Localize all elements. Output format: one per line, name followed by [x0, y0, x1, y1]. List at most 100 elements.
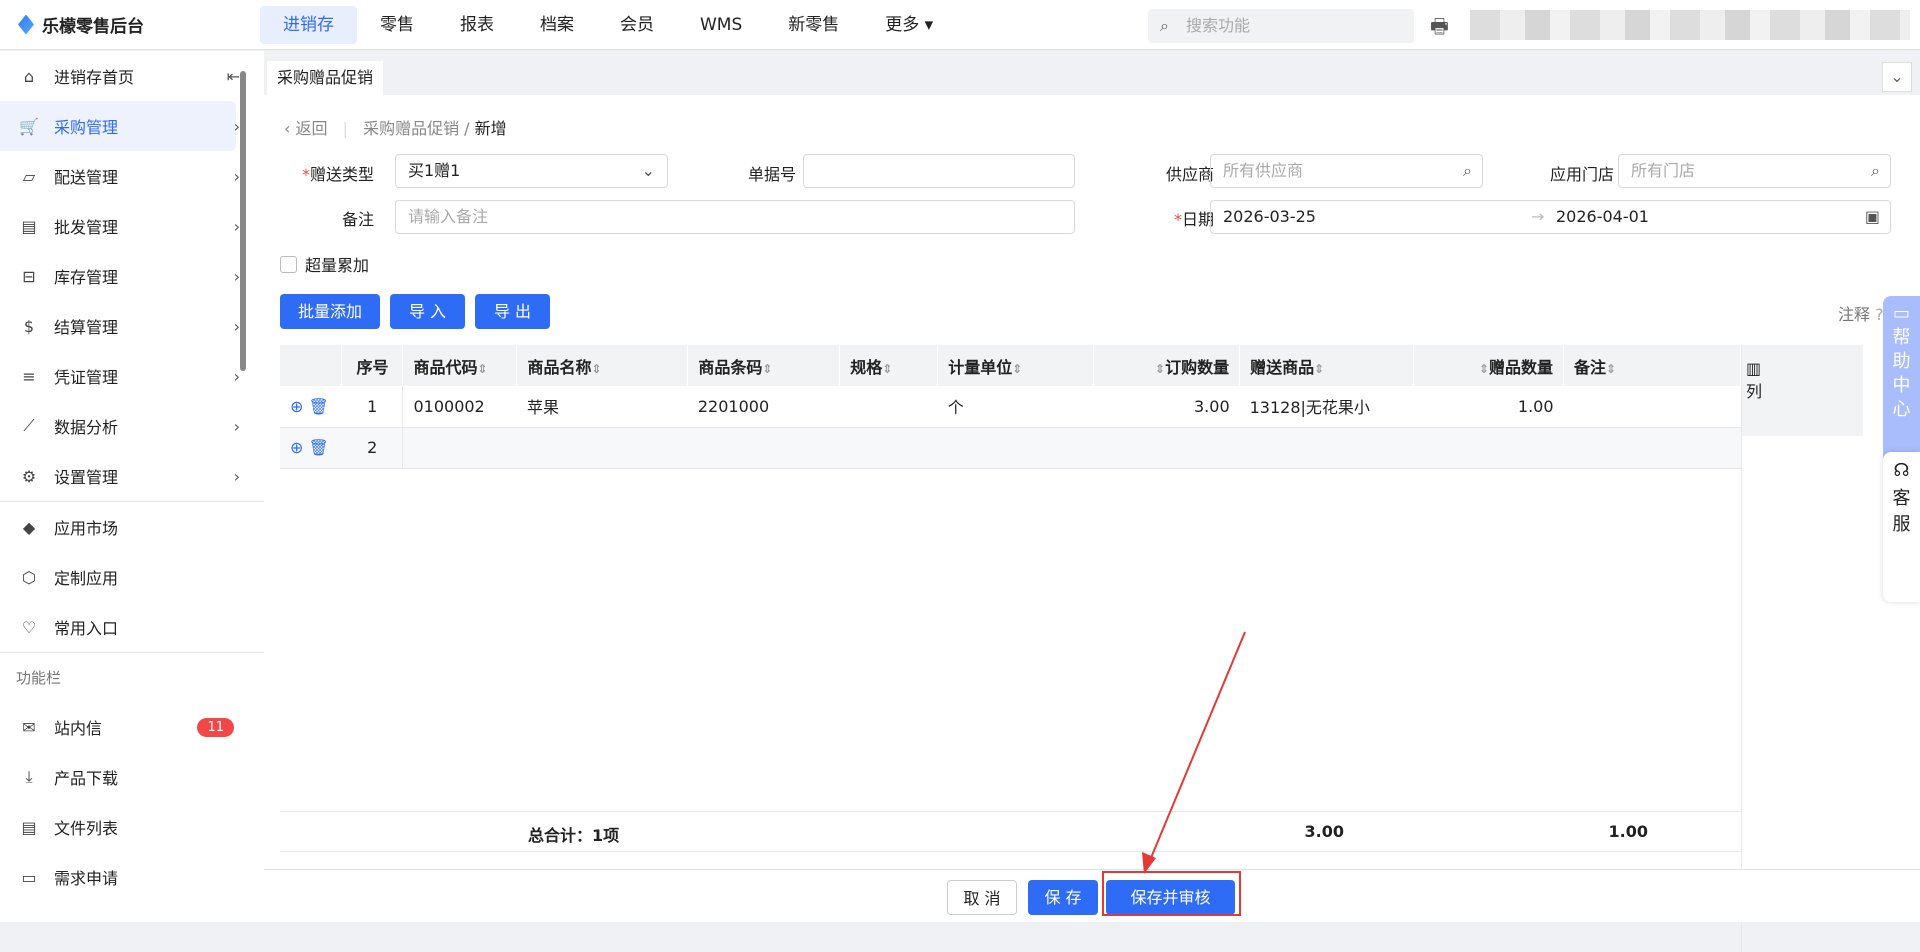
store-input[interactable]: 所有门店 ⌕: [1618, 154, 1891, 188]
col-header-2[interactable]: 商品名称⇕: [516, 345, 689, 386]
chat-icon: ▭: [1892, 303, 1910, 324]
cell-barcode[interactable]: [687, 427, 840, 469]
sidebar-item-6[interactable]: ≡ 凭证管理 ›: [0, 351, 264, 401]
sidebar-item-8[interactable]: ⚙ 设置管理 ›: [0, 451, 264, 501]
col-header-5[interactable]: 计量单位⇕: [937, 345, 1095, 386]
search-input[interactable]: ⌕ 搜索功能: [1148, 9, 1414, 43]
cancel-button[interactable]: 取 消: [947, 880, 1017, 915]
col-header-6[interactable]: ⇕订购数量: [1093, 345, 1241, 386]
sidebar-app-label: 定制应用: [54, 569, 119, 588]
sidebar-item-4[interactable]: ⊟ 库存管理 ›: [0, 251, 264, 301]
store-label: 应用门店: [1549, 165, 1614, 184]
customer-service-button[interactable]: ☊ 客服: [1883, 452, 1920, 602]
nav-6[interactable]: 新零售: [765, 6, 862, 44]
help-center-button[interactable]: ▭ 帮助中心: [1883, 296, 1920, 474]
supplier-input[interactable]: 所有供应商 ⌕: [1210, 154, 1483, 188]
cell-spec[interactable]: [839, 386, 938, 428]
back-link[interactable]: ‹ 返回: [284, 119, 328, 138]
nav-1[interactable]: 零售: [357, 6, 437, 44]
app-logo[interactable]: 乐檬零售后台: [0, 12, 260, 37]
sidebar-item-3[interactable]: ▤ 批发管理 ›: [0, 201, 264, 251]
col-header-9[interactable]: 备注⇕: [1563, 345, 1741, 386]
sidebar-app-2[interactable]: ♡ 常用入口: [0, 602, 264, 652]
cell-gift_qty[interactable]: 1.00: [1413, 386, 1564, 428]
col-header-8[interactable]: ⇕赠品数量: [1413, 345, 1565, 386]
nav-4[interactable]: 会员: [597, 6, 677, 44]
delete-row-icon[interactable]: 🗑: [309, 397, 329, 416]
sidebar-item-1[interactable]: 🛒 采购管理 ›: [0, 101, 240, 151]
add-row-icon[interactable]: ⊕: [290, 438, 303, 457]
cell-code[interactable]: 0100002: [402, 386, 517, 428]
sidebar-app-1[interactable]: ⬡ 定制应用: [0, 552, 264, 602]
sort-icon: ⇕: [1606, 361, 1617, 376]
sidebar: ⌂ 进销存首页 ⇤ 🛒 采购管理 › ▱ 配送管理 › ▤ 批发管理 › ⊟ 库存管理 › $ 结算管理 › ≡ 凭证…: [0, 51, 264, 922]
sidebar-tool-0[interactable]: ✉ 站内信 11: [0, 702, 264, 752]
cell-unit[interactable]: 个: [937, 386, 1094, 428]
col-header-3[interactable]: 商品条码⇕: [687, 345, 841, 386]
col-header-1[interactable]: 商品代码⇕: [402, 345, 518, 386]
section-label: 功能栏: [0, 652, 264, 702]
cell-code[interactable]: [402, 427, 517, 469]
request-icon: ▭: [21, 867, 37, 887]
cell-spec[interactable]: [839, 427, 938, 469]
col-header-4[interactable]: 规格⇕: [839, 345, 939, 386]
sidebar-tool-1[interactable]: ⤓ 产品下载: [0, 752, 264, 802]
col-actions: [280, 345, 343, 386]
note-label[interactable]: 注释 ?: [1838, 301, 1884, 325]
tab-gift-promo[interactable]: 采购赠品促销: [267, 61, 384, 95]
date-range-picker[interactable]: 2026-03-25 → 2026-04-01 ▣: [1210, 200, 1891, 234]
overflow-checkbox[interactable]: 超量累加: [280, 252, 369, 276]
sidebar-item-2[interactable]: ▱ 配送管理 ›: [0, 151, 264, 201]
chevron-down-icon[interactable]: ⌄: [1882, 62, 1912, 92]
sort-icon: ⇕: [477, 361, 488, 376]
chevron-right-icon: ›: [233, 366, 240, 386]
download-icon: ⤓: [25, 767, 33, 786]
dollar-icon: $: [23, 316, 35, 336]
delete-row-icon[interactable]: 🗑: [309, 438, 329, 457]
nav-2[interactable]: 报表: [437, 6, 517, 44]
cell-name[interactable]: 苹果: [516, 386, 688, 428]
cell-gift[interactable]: [1239, 427, 1414, 469]
sidebar-item-7[interactable]: ⟋ 数据分析 ›: [0, 401, 264, 451]
sidebar-item-0[interactable]: ⌂ 进销存首页 ⇤: [0, 51, 264, 101]
sidebar-scrollbar[interactable]: [240, 71, 246, 371]
calendar-icon: ▣: [1864, 207, 1880, 226]
cell-qty[interactable]: 3.00: [1093, 386, 1240, 428]
breadcrumb-parent[interactable]: 采购赠品促销: [363, 119, 459, 138]
batch-add-button[interactable]: 批量添加: [280, 294, 380, 329]
sidebar-tool-2[interactable]: ▤ 文件列表: [0, 802, 264, 852]
sidebar-tool-label: 需求申请: [54, 869, 119, 888]
gift-type-select[interactable]: 买1赠1 ⌄: [395, 154, 668, 188]
cell-barcode[interactable]: 2201000: [687, 386, 840, 428]
printer-icon[interactable]: 🖶: [1430, 12, 1449, 46]
col-header-7[interactable]: 赠送商品⇕: [1239, 345, 1415, 386]
sidebar-tool-3[interactable]: ▭ 需求申请: [0, 852, 264, 902]
cell-remark[interactable]: [1563, 427, 1741, 469]
column-settings[interactable]: ▥ 列: [1741, 345, 1863, 952]
cell-remark[interactable]: [1563, 386, 1741, 428]
nav-5[interactable]: WMS: [677, 6, 765, 44]
cell-gift_qty[interactable]: [1413, 427, 1564, 469]
remark-input[interactable]: 请输入备注: [395, 200, 1075, 234]
checkbox-box: [280, 255, 297, 273]
nav-0[interactable]: 进销存: [260, 5, 357, 44]
sidebar-item-label: 进销存首页: [54, 68, 135, 87]
add-row-icon[interactable]: ⊕: [290, 397, 303, 416]
collapse-sidebar-icon[interactable]: ⇤: [227, 67, 240, 86]
nav-more[interactable]: 更多 ▾: [862, 6, 956, 44]
cell-name[interactable]: [516, 427, 688, 469]
tab-bar: 采购赠品促销 ⌄: [264, 50, 1920, 95]
breadcrumb: ‹ 返回 | 采购赠品促销 / 新增: [284, 119, 507, 138]
sidebar-item-5[interactable]: $ 结算管理 ›: [0, 301, 264, 351]
cell-unit[interactable]: [937, 427, 1094, 469]
nav-3[interactable]: 档案: [517, 6, 597, 44]
import-button[interactable]: 导 入: [390, 294, 465, 329]
sidebar-app-0[interactable]: ◆ 应用市场: [0, 502, 264, 552]
cell-qty[interactable]: [1093, 427, 1240, 469]
settings-icon: ⚙: [21, 466, 37, 486]
cell-gift[interactable]: 13128|无花果小: [1239, 386, 1414, 428]
save-button[interactable]: 保 存: [1028, 880, 1098, 915]
cart-icon: 🛒: [19, 116, 39, 136]
export-button[interactable]: 导 出: [475, 294, 550, 329]
doc-no-input[interactable]: [803, 154, 1075, 188]
